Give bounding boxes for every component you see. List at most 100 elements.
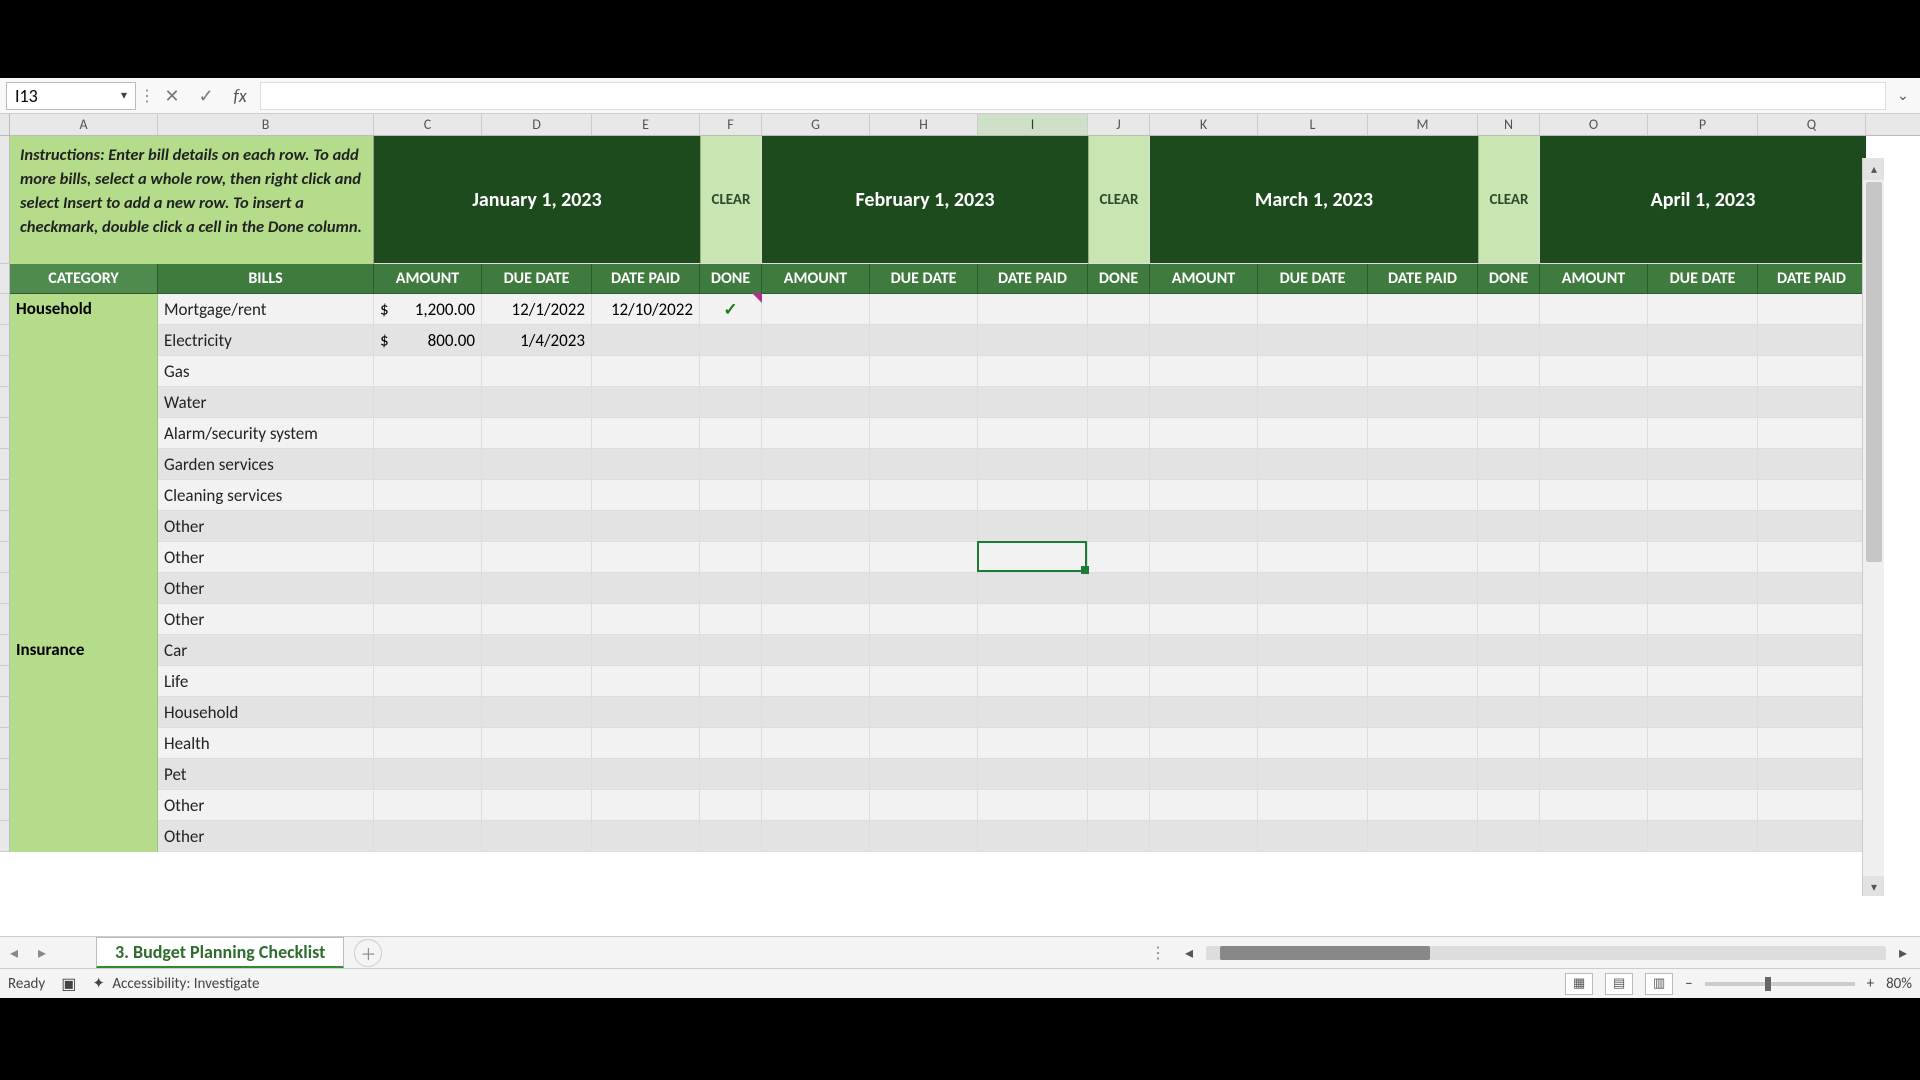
- hscroll-right-icon[interactable]: ▸: [1892, 944, 1914, 962]
- empty-cell[interactable]: [1758, 573, 1866, 604]
- empty-cell[interactable]: [1540, 511, 1648, 542]
- empty-cell[interactable]: [1648, 294, 1758, 325]
- empty-cell[interactable]: [1648, 449, 1758, 480]
- empty-cell[interactable]: [1478, 511, 1540, 542]
- empty-cell[interactable]: [762, 635, 870, 666]
- empty-cell[interactable]: [1088, 325, 1150, 356]
- due-date-cell[interactable]: [482, 697, 592, 728]
- amount-cell[interactable]: [374, 573, 482, 604]
- date-paid-cell[interactable]: [592, 542, 700, 573]
- empty-cell[interactable]: [1088, 604, 1150, 635]
- empty-cell[interactable]: [1540, 790, 1648, 821]
- empty-cell[interactable]: [762, 542, 870, 573]
- due-date-cell[interactable]: [482, 418, 592, 449]
- due-date-cell[interactable]: [482, 387, 592, 418]
- empty-cell[interactable]: [978, 325, 1088, 356]
- due-date-cell[interactable]: [482, 666, 592, 697]
- empty-cell[interactable]: [1088, 511, 1150, 542]
- empty-cell[interactable]: [1368, 449, 1478, 480]
- empty-cell[interactable]: [978, 666, 1088, 697]
- empty-cell[interactable]: [1478, 697, 1540, 728]
- date-paid-cell[interactable]: [592, 325, 700, 356]
- empty-cell[interactable]: [1648, 697, 1758, 728]
- date-paid-cell[interactable]: [592, 573, 700, 604]
- empty-cell[interactable]: [1758, 325, 1866, 356]
- date-paid-cell[interactable]: [592, 790, 700, 821]
- empty-cell[interactable]: [870, 511, 978, 542]
- empty-cell[interactable]: [1150, 759, 1258, 790]
- bill-name-cell[interactable]: Cleaning services: [158, 480, 374, 511]
- amount-cell[interactable]: [374, 542, 482, 573]
- empty-cell[interactable]: [1540, 697, 1648, 728]
- zoom-level[interactable]: 80%: [1886, 975, 1912, 993]
- empty-cell[interactable]: [1540, 356, 1648, 387]
- tab-nav-prev-icon[interactable]: ◂: [0, 937, 28, 969]
- empty-cell[interactable]: [1088, 697, 1150, 728]
- bill-name-cell[interactable]: Pet: [158, 759, 374, 790]
- due-date-cell[interactable]: [482, 511, 592, 542]
- empty-cell[interactable]: [1150, 449, 1258, 480]
- done-cell[interactable]: [700, 418, 762, 449]
- empty-cell[interactable]: [1258, 759, 1368, 790]
- empty-cell[interactable]: [1540, 542, 1648, 573]
- amount-cell[interactable]: [374, 821, 482, 852]
- empty-cell[interactable]: [1368, 387, 1478, 418]
- accessibility-status[interactable]: ✦ Accessibility: Investigate: [92, 974, 259, 993]
- empty-cell[interactable]: [1258, 511, 1368, 542]
- empty-cell[interactable]: [1150, 635, 1258, 666]
- column-header-P[interactable]: P: [1648, 114, 1758, 135]
- empty-cell[interactable]: [1758, 697, 1866, 728]
- done-cell[interactable]: [700, 635, 762, 666]
- done-cell[interactable]: [700, 666, 762, 697]
- date-paid-cell[interactable]: [592, 387, 700, 418]
- empty-cell[interactable]: [1540, 666, 1648, 697]
- column-header-I[interactable]: I: [978, 114, 1088, 135]
- due-date-cell[interactable]: 12/1/2022: [482, 294, 592, 325]
- column-header-O[interactable]: O: [1540, 114, 1648, 135]
- empty-cell[interactable]: [1648, 728, 1758, 759]
- empty-cell[interactable]: [1088, 480, 1150, 511]
- empty-cell[interactable]: [1150, 356, 1258, 387]
- empty-cell[interactable]: [1150, 511, 1258, 542]
- empty-cell[interactable]: [1258, 325, 1368, 356]
- empty-cell[interactable]: [762, 294, 870, 325]
- bill-name-cell[interactable]: Other: [158, 511, 374, 542]
- empty-cell[interactable]: [1258, 697, 1368, 728]
- empty-cell[interactable]: [1648, 387, 1758, 418]
- empty-cell[interactable]: [870, 604, 978, 635]
- empty-cell[interactable]: [1088, 449, 1150, 480]
- done-cell[interactable]: [700, 511, 762, 542]
- empty-cell[interactable]: [1758, 387, 1866, 418]
- empty-cell[interactable]: [1258, 449, 1368, 480]
- empty-cell[interactable]: [1540, 449, 1648, 480]
- empty-cell[interactable]: [870, 325, 978, 356]
- empty-cell[interactable]: [1540, 480, 1648, 511]
- empty-cell[interactable]: [762, 666, 870, 697]
- empty-cell[interactable]: [1258, 604, 1368, 635]
- date-paid-cell[interactable]: 12/10/2022: [592, 294, 700, 325]
- macro-record-icon[interactable]: ▣: [61, 974, 76, 994]
- empty-cell[interactable]: [870, 759, 978, 790]
- column-header-E[interactable]: E: [592, 114, 700, 135]
- empty-cell[interactable]: [1540, 821, 1648, 852]
- column-header-M[interactable]: M: [1368, 114, 1478, 135]
- empty-cell[interactable]: [1368, 356, 1478, 387]
- empty-cell[interactable]: [1368, 294, 1478, 325]
- clear-month-button[interactable]: CLEAR: [1478, 136, 1540, 264]
- empty-cell[interactable]: [1368, 418, 1478, 449]
- empty-cell[interactable]: [1258, 418, 1368, 449]
- bill-name-cell[interactable]: Mortgage/rent: [158, 294, 374, 325]
- done-cell[interactable]: [700, 542, 762, 573]
- empty-cell[interactable]: [1088, 356, 1150, 387]
- sheet-tab-active[interactable]: 3. Budget Planning Checklist: [96, 937, 344, 969]
- column-header-K[interactable]: K: [1150, 114, 1258, 135]
- empty-cell[interactable]: [1368, 542, 1478, 573]
- amount-cell[interactable]: [374, 790, 482, 821]
- empty-cell[interactable]: [978, 387, 1088, 418]
- due-date-cell[interactable]: [482, 542, 592, 573]
- bill-name-cell[interactable]: Other: [158, 790, 374, 821]
- empty-cell[interactable]: [1758, 728, 1866, 759]
- empty-cell[interactable]: [1648, 635, 1758, 666]
- empty-cell[interactable]: [1150, 480, 1258, 511]
- done-cell[interactable]: [700, 790, 762, 821]
